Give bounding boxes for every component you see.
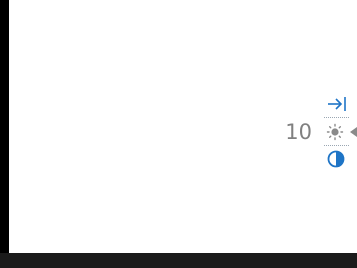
contrast-icon [326, 149, 346, 169]
brightness-value: 10 [285, 120, 312, 144]
menu-separator [324, 145, 349, 146]
device-screen: 10 [0, 0, 357, 268]
brightness-sun-icon [326, 122, 346, 142]
quick-menu [322, 92, 357, 170]
menu-item-brightness[interactable] [322, 119, 357, 145]
exit-arrow-icon [326, 94, 346, 114]
menu-item-exit[interactable] [322, 92, 357, 118]
menu-separator [324, 117, 349, 118]
menu-item-contrast[interactable] [322, 147, 357, 173]
bottom-status-bar [0, 253, 357, 268]
selection-arrow-icon [350, 127, 357, 137]
screen-frame-left [0, 0, 9, 268]
